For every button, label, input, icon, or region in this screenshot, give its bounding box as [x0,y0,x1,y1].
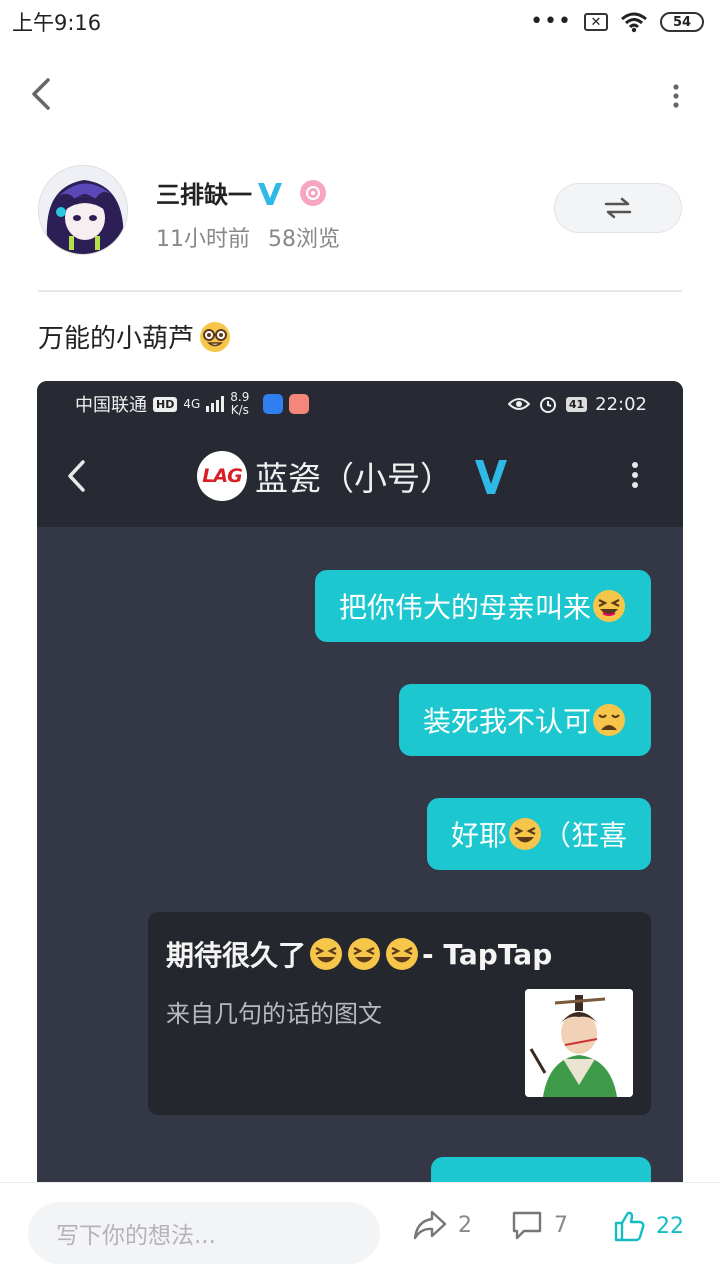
image-status-bar: 中国联通 HD 4G 8.9 K/s 41 22:02 [37,381,683,427]
author-name[interactable]: 三排缺一 [156,175,252,210]
level-badge-icon [300,179,326,206]
image-app-icon [263,394,284,414]
laughing-emoji-icon [348,938,381,970]
like-count: 22 [656,1213,684,1239]
chat-bubble: 把你伟大的母亲叫来 [314,570,651,642]
image-verified-icon [475,460,507,494]
verified-icon [258,182,282,205]
post-meta: 11小时前 58浏览 [156,221,340,253]
post-views: 58浏览 [268,227,340,252]
thumbs-up-icon [614,1211,645,1242]
image-network-icon: 4G [183,396,201,411]
swap-arrows-icon [604,197,632,219]
comment-button[interactable]: 7 [510,1209,568,1241]
share-button[interactable]: 2 [412,1209,472,1241]
card-title: 期待很久了 - TapTap [166,937,553,973]
status-time: 上午9:16 [12,11,102,35]
nerd-face-emoji-icon [200,321,231,352]
image-back-icon [68,460,85,492]
comment-count: 7 [554,1212,568,1238]
post-body: 万能的小葫芦 [38,324,195,354]
image-chat-name: 蓝瓷（小号） [255,459,453,498]
battery-icon: 54 [660,12,704,32]
image-chat-title: LAG 蓝瓷（小号） [197,451,509,501]
more-notifications-icon: ••• [530,9,572,34]
status-icons: ••• ✕ 54 [530,11,704,33]
card-thumbnail [525,989,633,1097]
share-icon [413,1210,447,1240]
chat-bubble: 好耶 （狂喜 [426,798,651,870]
share-count: 2 [458,1212,472,1238]
back-icon[interactable] [26,76,58,112]
card-subtitle: 来自几句的话的图文 [166,1000,382,1028]
follow-button[interactable] [554,183,682,233]
wifi-icon [621,12,647,33]
laughing-emoji-icon [310,938,343,970]
chat-bubble: 装死我不认可 [398,684,651,756]
image-chat-header: LAG 蓝瓷（小号） [37,427,683,527]
bottom-bar: 写下你的想法... 2 7 22 [0,1182,720,1280]
comment-input[interactable]: 写下你的想法... [28,1202,380,1264]
image-eye-icon [507,398,530,410]
laughing-emoji-icon [593,590,625,622]
weary-emoji-icon [593,704,625,736]
laughing-emoji-icon [508,818,541,850]
lag-logo-icon: LAG [197,451,247,501]
post-time: 11小时前 [156,227,250,252]
image-speed: 8.9 K/s [230,390,250,417]
avatar[interactable] [38,165,128,255]
image-time: 22:02 [595,393,647,415]
shared-link-card: 期待很久了 - TapTap 来自几句的话的图文 [148,912,651,1115]
image-signal-icon [206,396,225,412]
image-hd-tag: HD [153,396,178,412]
author-section: 三排缺一 11小时前 58浏览 [38,165,682,257]
image-more-icon [632,462,638,488]
post-image[interactable]: 中国联通 HD 4G 8.9 K/s 41 22:02 LAG 蓝瓷（小号） 把你… [37,381,683,1201]
divider [38,290,682,292]
status-bar: 上午9:16 ••• ✕ 54 [0,0,720,44]
image-battery-icon: 41 [565,396,588,412]
laughing-emoji-icon [386,938,419,970]
image-alarm-icon [539,397,556,413]
image-carrier: 中国联通 [75,395,147,416]
more-options-icon[interactable] [672,84,680,108]
no-sim-icon: ✕ [584,13,608,31]
top-bar [0,60,720,130]
author-name-row: 三排缺一 [156,175,326,210]
comment-icon [512,1211,542,1240]
image-app2-icon [289,394,310,414]
post-text: 万能的小葫芦 [38,318,232,355]
like-button[interactable]: 22 [612,1209,684,1243]
